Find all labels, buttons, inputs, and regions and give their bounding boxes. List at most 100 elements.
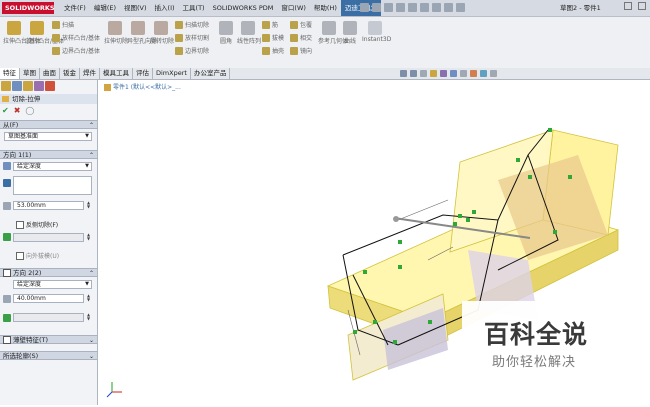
extruded-boss-button[interactable]: 拉伸凸台/基体	[3, 21, 41, 45]
menu-insert[interactable]: 插入(I)	[151, 0, 179, 16]
draft-angle-input[interactable]	[13, 313, 84, 322]
from-section-header[interactable]: 从(F) ⌃	[0, 120, 97, 129]
depth-spinner[interactable]: ▲ ▼	[86, 201, 91, 210]
selected-contours-section-header[interactable]: 所选轮廓(S) ⌄	[0, 351, 97, 360]
swept-cut-button[interactable]: 扫描切除	[175, 20, 209, 29]
scene-icon[interactable]	[480, 70, 487, 77]
draft-button[interactable]: 拔模	[262, 33, 284, 42]
tab-sketch[interactable]: 草图	[20, 68, 40, 79]
loft-button[interactable]: 放样凸台/基体	[52, 33, 100, 42]
zoom-area-icon[interactable]	[410, 70, 417, 77]
boundary-boss-icon	[52, 46, 60, 55]
previous-view-icon[interactable]	[420, 70, 427, 77]
tab-office-products[interactable]: 办公室产品	[191, 68, 231, 79]
feature-tree-tab-icon[interactable]	[1, 81, 11, 91]
solidworks-logo[interactable]: SOLIDWORKS	[2, 2, 55, 14]
draft-icon[interactable]	[3, 314, 11, 322]
intersect-button[interactable]: 相交	[290, 33, 312, 42]
appearance-icon[interactable]	[470, 70, 477, 77]
new-icon[interactable]	[360, 3, 369, 12]
menu-view[interactable]: 视图(V)	[120, 0, 151, 16]
draft-outward-checkbox[interactable]: 向外拔模(U)	[16, 251, 59, 260]
save-icon[interactable]	[384, 3, 393, 12]
direction1-depth-input[interactable]: 53.00mm	[13, 201, 84, 210]
hole-wizard-button[interactable]: 异型孔向导	[127, 21, 157, 45]
reverse-direction-icon[interactable]	[3, 162, 11, 170]
direction2-checkbox[interactable]	[3, 269, 11, 277]
expand-icon[interactable]: ⌄	[89, 336, 94, 345]
draft-spinner[interactable]: ▲ ▼	[86, 313, 91, 322]
tab-weldments[interactable]: 焊件	[80, 68, 100, 79]
ok-icon[interactable]: ✔	[2, 106, 9, 115]
revolved-cut-button[interactable]: 旋转切除	[150, 21, 174, 45]
boundary-boss-button[interactable]: 边界凸台/基体	[52, 46, 100, 55]
boundary-cut-button[interactable]: 边界切除	[175, 46, 209, 55]
direction2-depth-input[interactable]: 40.00mm	[13, 294, 84, 303]
thin-feature-section-header[interactable]: 薄壁特征(T) ⌄	[0, 335, 97, 344]
tab-evaluate[interactable]: 评估	[133, 68, 153, 79]
undo-icon[interactable]	[408, 3, 417, 12]
section-view-icon[interactable]	[430, 70, 437, 77]
options-icon[interactable]	[456, 3, 465, 12]
draft-spinner[interactable]: ▲ ▼	[86, 233, 91, 242]
property-manager-tab-icon[interactable]	[12, 81, 22, 91]
mirror-button[interactable]: 镜向	[290, 46, 312, 55]
shell-button[interactable]: 抽壳	[262, 46, 284, 55]
reference-geometry-button[interactable]: 参考几何体	[318, 21, 348, 45]
display-manager-tab-icon[interactable]	[45, 81, 55, 91]
rib-button[interactable]: 筋	[262, 20, 278, 29]
tab-mold-tools[interactable]: 模具工具	[100, 68, 133, 79]
direction2-end-condition-select[interactable]: 给定深度 ▼	[13, 280, 92, 289]
lofted-cut-button[interactable]: 放样切割	[175, 33, 209, 42]
menu-window[interactable]: 窗口(W)	[277, 0, 310, 16]
flip-side-to-cut-checkbox[interactable]: 反侧切除(F)	[16, 220, 58, 229]
collapse-icon[interactable]: ⌃	[89, 121, 94, 130]
tab-features[interactable]: 特征	[0, 68, 20, 79]
configuration-tab-icon[interactable]	[23, 81, 33, 91]
menu-edit[interactable]: 编辑(E)	[90, 0, 120, 16]
direction-selection-box[interactable]	[13, 176, 92, 195]
from-select[interactable]: 草图基准面 ▼	[4, 132, 92, 141]
menu-pdm[interactable]: SOLIDWORKS PDM	[209, 0, 278, 16]
collapse-icon[interactable]: ⌃	[89, 151, 94, 160]
revolved-boss-button[interactable]: 旋转凸台/基体	[26, 21, 64, 45]
view-settings-icon[interactable]	[490, 70, 497, 77]
print-icon[interactable]	[396, 3, 405, 12]
depth-spinner[interactable]: ▲ ▼	[86, 294, 91, 303]
cancel-icon[interactable]: ✖	[14, 106, 21, 115]
instant3d-button[interactable]: Instant3D	[362, 21, 391, 43]
menu-tools[interactable]: 工具(T)	[179, 0, 209, 16]
expand-icon[interactable]: ⌄	[89, 352, 94, 361]
direction1-section-header[interactable]: 方向 1(1) ⌃	[0, 150, 97, 159]
tab-surfaces[interactable]: 曲面	[40, 68, 60, 79]
minimize-icon[interactable]	[624, 2, 632, 10]
maximize-icon[interactable]	[638, 2, 646, 10]
curves-button[interactable]: 曲线	[341, 21, 359, 45]
tab-dimxpert[interactable]: DimXpert	[153, 68, 191, 79]
sweep-button[interactable]: 扫描	[52, 20, 74, 29]
draft-icon[interactable]	[3, 233, 11, 241]
view-orientation-icon[interactable]	[440, 70, 447, 77]
thin-feature-checkbox[interactable]	[3, 336, 11, 344]
wrap-button[interactable]: 包覆	[290, 20, 312, 29]
tab-sheet-metal[interactable]: 钣金	[60, 68, 80, 79]
redo-icon[interactable]	[420, 3, 429, 12]
draft-angle-input[interactable]	[13, 233, 84, 242]
menu-file[interactable]: 文件(F)	[60, 0, 90, 16]
open-icon[interactable]	[372, 3, 381, 12]
menu-help[interactable]: 帮助(H)	[310, 0, 341, 16]
select-icon[interactable]	[432, 3, 441, 12]
display-style-icon[interactable]	[450, 70, 457, 77]
fillet-button[interactable]: 圆角	[216, 21, 236, 45]
rebuild-icon[interactable]	[444, 3, 453, 12]
direction1-end-condition-select[interactable]: 给定深度 ▼	[13, 162, 92, 171]
direction2-section-header[interactable]: 方向 2(2) ⌃	[0, 268, 97, 277]
extruded-cut-button[interactable]: 拉伸切除	[104, 21, 128, 45]
feature-tree-flyout[interactable]: 零件1 (默认<<默认>_...	[104, 82, 181, 91]
preview-icon[interactable]: ◯	[25, 106, 34, 115]
dimxpert-tab-icon[interactable]	[34, 81, 44, 91]
linear-pattern-button[interactable]: 线性阵列	[237, 21, 261, 45]
hide-show-icon[interactable]	[460, 70, 467, 77]
zoom-fit-icon[interactable]	[400, 70, 407, 77]
collapse-icon[interactable]: ⌃	[89, 269, 94, 278]
